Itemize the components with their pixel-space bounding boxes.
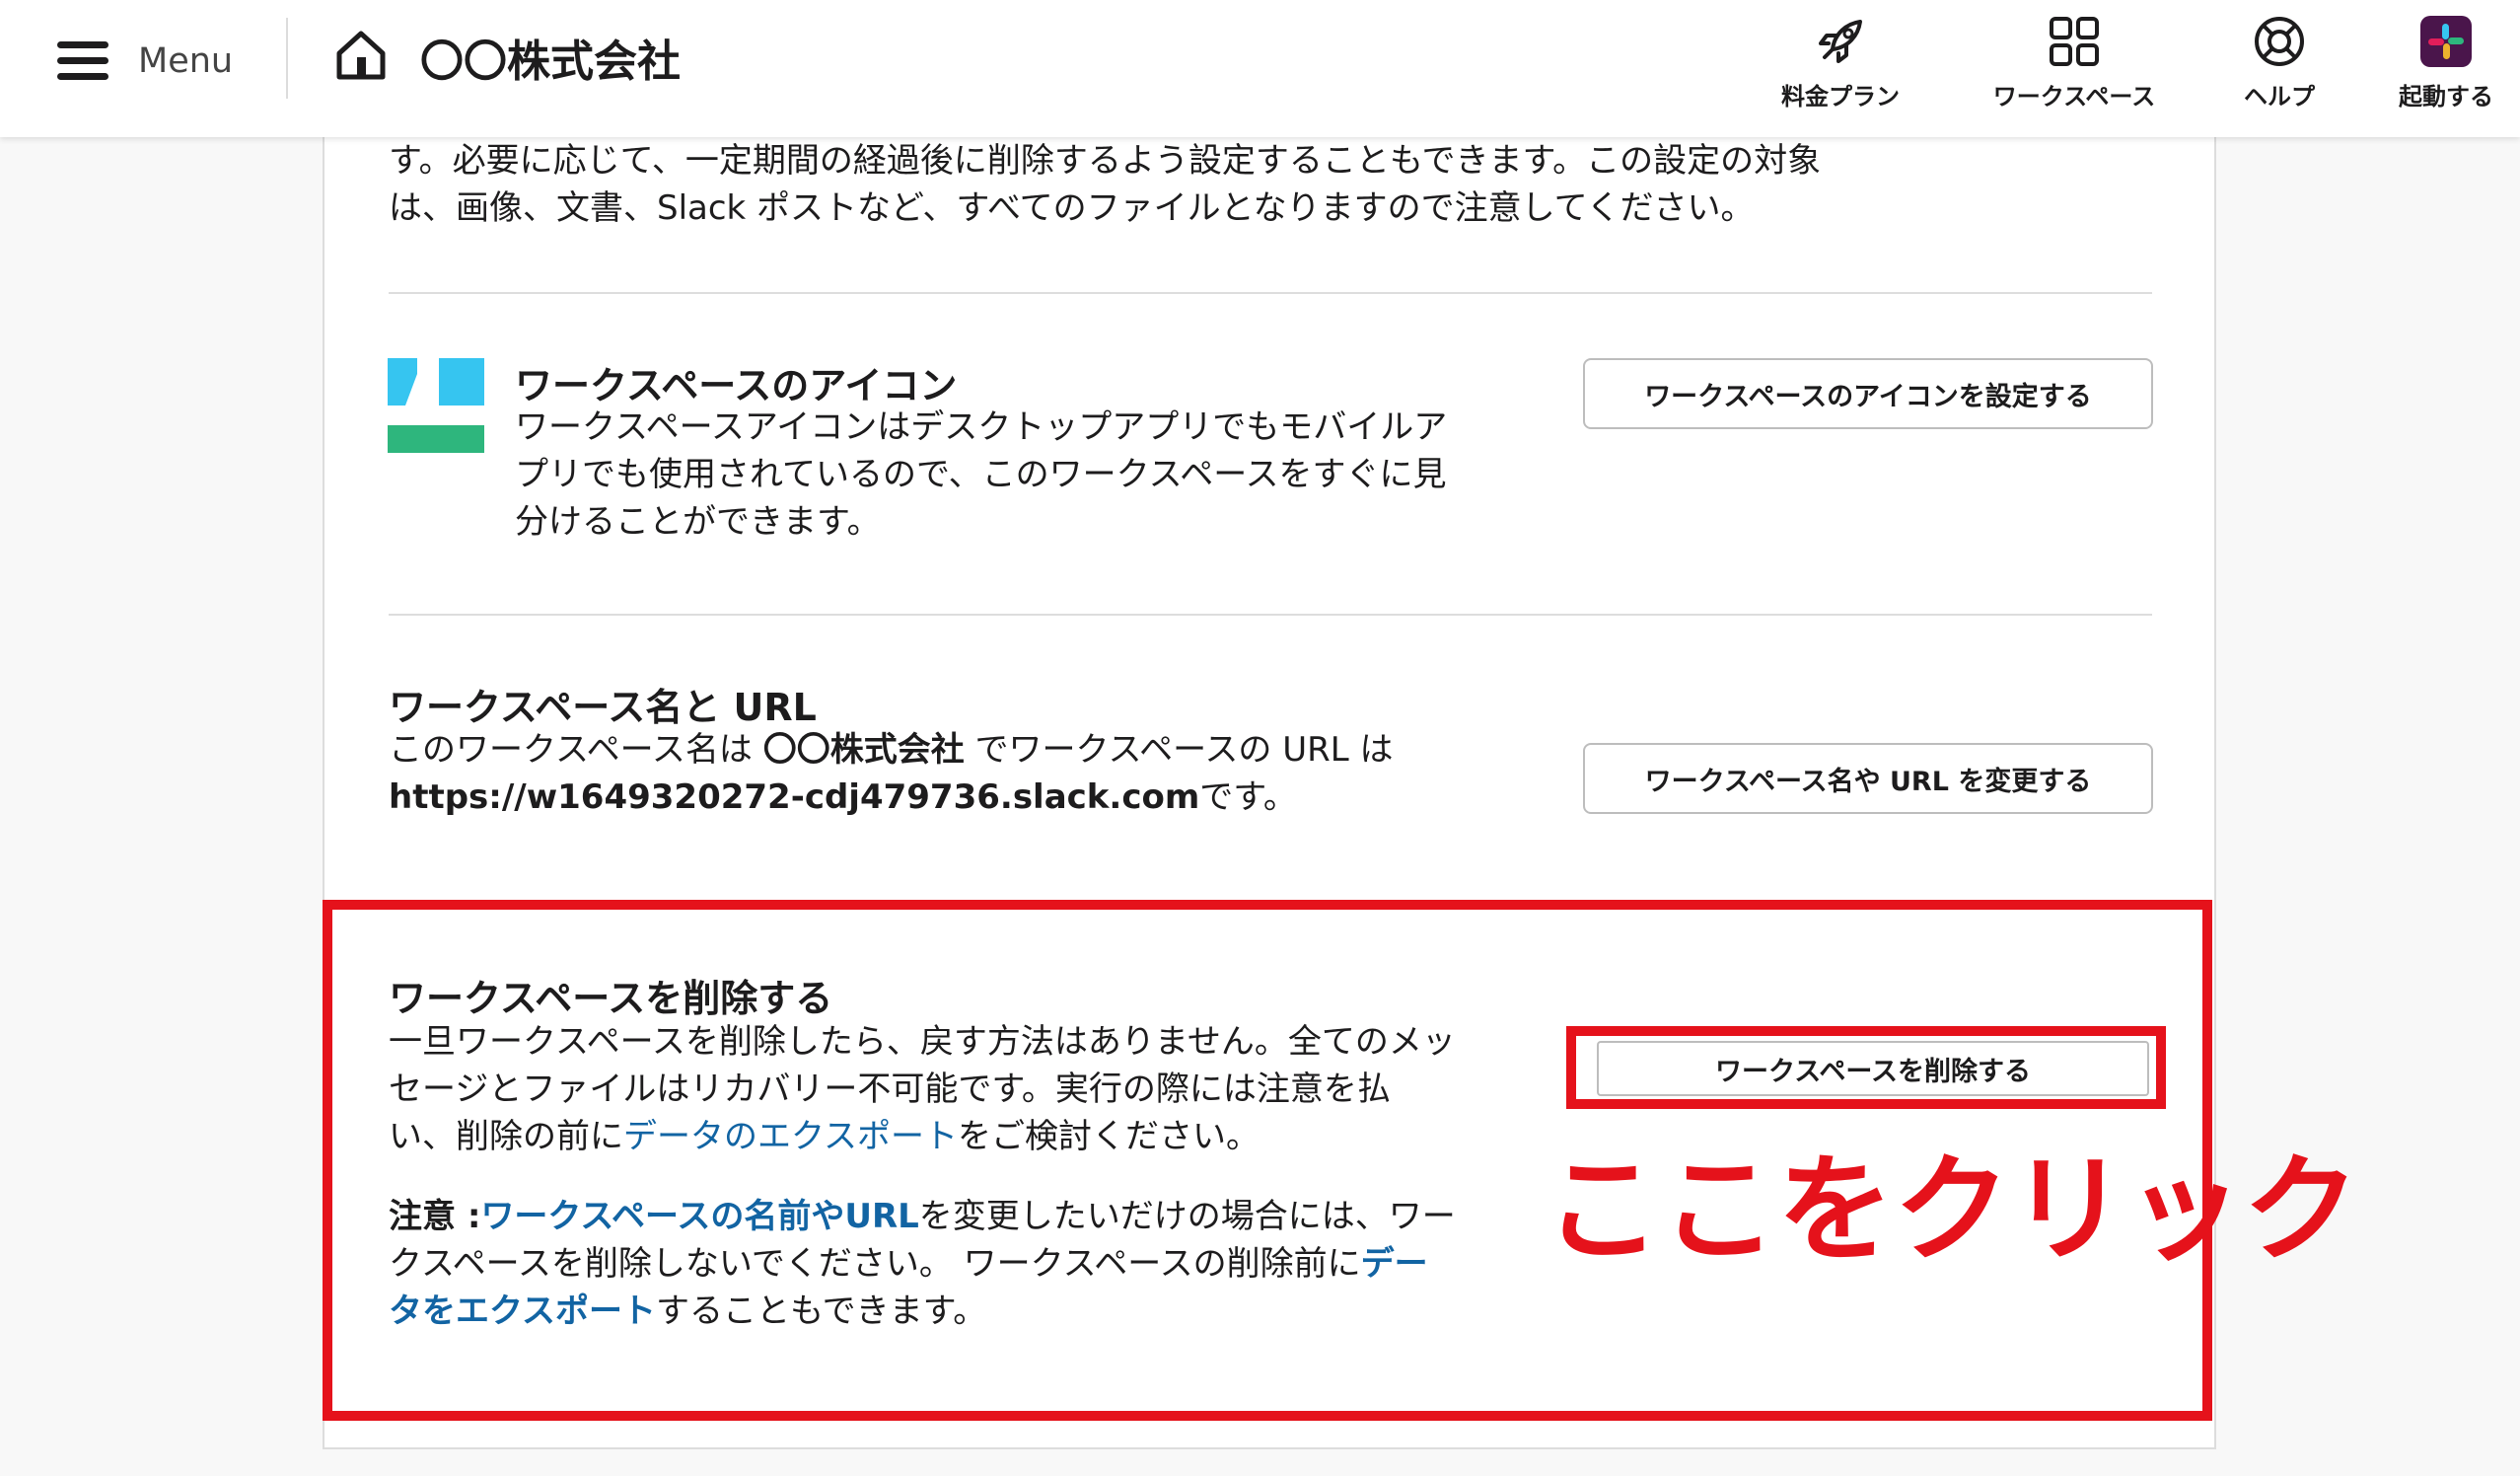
file-retention-line-1: す。必要に応じて、一定期間の経過後に削除するよう設定することもできます。この設定… bbox=[389, 141, 1822, 181]
name-url-text-suffix: でワークスペースの URL は bbox=[964, 730, 1394, 770]
workspace-url: https://w1649320272-cdj479736.slack.com bbox=[389, 777, 1200, 817]
workspace-url-suffix: です。 bbox=[1199, 777, 1297, 817]
section-divider bbox=[389, 614, 2152, 616]
nav-launch-label: 起動する bbox=[2399, 83, 2493, 111]
nav-help[interactable]: ヘルプ bbox=[2225, 14, 2334, 111]
nav-help-label: ヘルプ bbox=[2244, 83, 2315, 111]
workspace-icon-desc-line-2: プリでも使用されているので、このワークスペースをすぐに見 bbox=[515, 455, 1447, 494]
grid-icon bbox=[2050, 17, 2099, 66]
header-divider bbox=[286, 18, 288, 99]
workspace-icon-desc-line-3: 分けることができます。 bbox=[515, 502, 881, 542]
rocket-icon bbox=[1819, 20, 1862, 63]
nav-launch[interactable]: 起動する bbox=[2387, 14, 2505, 111]
menu-button[interactable]: Menu bbox=[57, 32, 233, 91]
current-workspace-name: 〇〇株式会社 bbox=[762, 730, 965, 770]
workspace-name-url-description: このワークスペース名は 〇〇株式会社 でワークスペースの URL は https… bbox=[389, 726, 1523, 821]
top-bar: Menu 〇〇株式会社 料金プラン ワークスペース ヘルプ 起動する bbox=[0, 0, 2520, 137]
annotation-button-highlight bbox=[1566, 1026, 2166, 1109]
menu-label: Menu bbox=[138, 41, 234, 81]
workspace-icon-image bbox=[388, 358, 484, 453]
workspace-icon-desc-line-1: ワークスペースアイコンはデスクトップアプリでもモバイルア bbox=[515, 407, 1448, 447]
workspace-icon-title: ワークスペースのアイコン bbox=[515, 364, 958, 407]
section-divider bbox=[389, 292, 2152, 294]
lifebuoy-icon bbox=[2255, 17, 2304, 66]
change-name-url-button[interactable]: ワークスペース名や URL を変更する bbox=[1583, 743, 2153, 814]
workspace-name[interactable]: 〇〇株式会社 bbox=[420, 26, 681, 89]
nav-workspace[interactable]: ワークスペース bbox=[1980, 14, 2168, 111]
set-workspace-icon-button[interactable]: ワークスペースのアイコンを設定する bbox=[1583, 358, 2153, 429]
file-retention-description: す。必要に応じて、一定期間の経過後に削除するよう設定することもできます。この設定… bbox=[389, 137, 2065, 232]
slack-logo-icon bbox=[2420, 16, 2472, 67]
name-url-text-prefix: このワークスペース名は bbox=[389, 730, 763, 770]
nav-pricing[interactable]: 料金プラン bbox=[1771, 14, 1909, 111]
home-icon[interactable] bbox=[333, 28, 389, 83]
workspace-icon-description: ワークスペースアイコンはデスクトップアプリでもモバイルア プリでも使用されている… bbox=[515, 404, 1501, 546]
nav-pricing-label: 料金プラン bbox=[1781, 83, 1900, 111]
workspace-name-url-title: ワークスペース名と URL bbox=[389, 686, 817, 729]
annotation-click-here-text: ここをクリック bbox=[1545, 1142, 2360, 1278]
nav-workspace-label: ワークスペース bbox=[1992, 83, 2156, 111]
hamburger-icon bbox=[57, 41, 108, 81]
file-retention-line-2: は、画像、文書、Slack ポストなど、すべてのファイルとなりますので注意してく… bbox=[389, 188, 1755, 228]
